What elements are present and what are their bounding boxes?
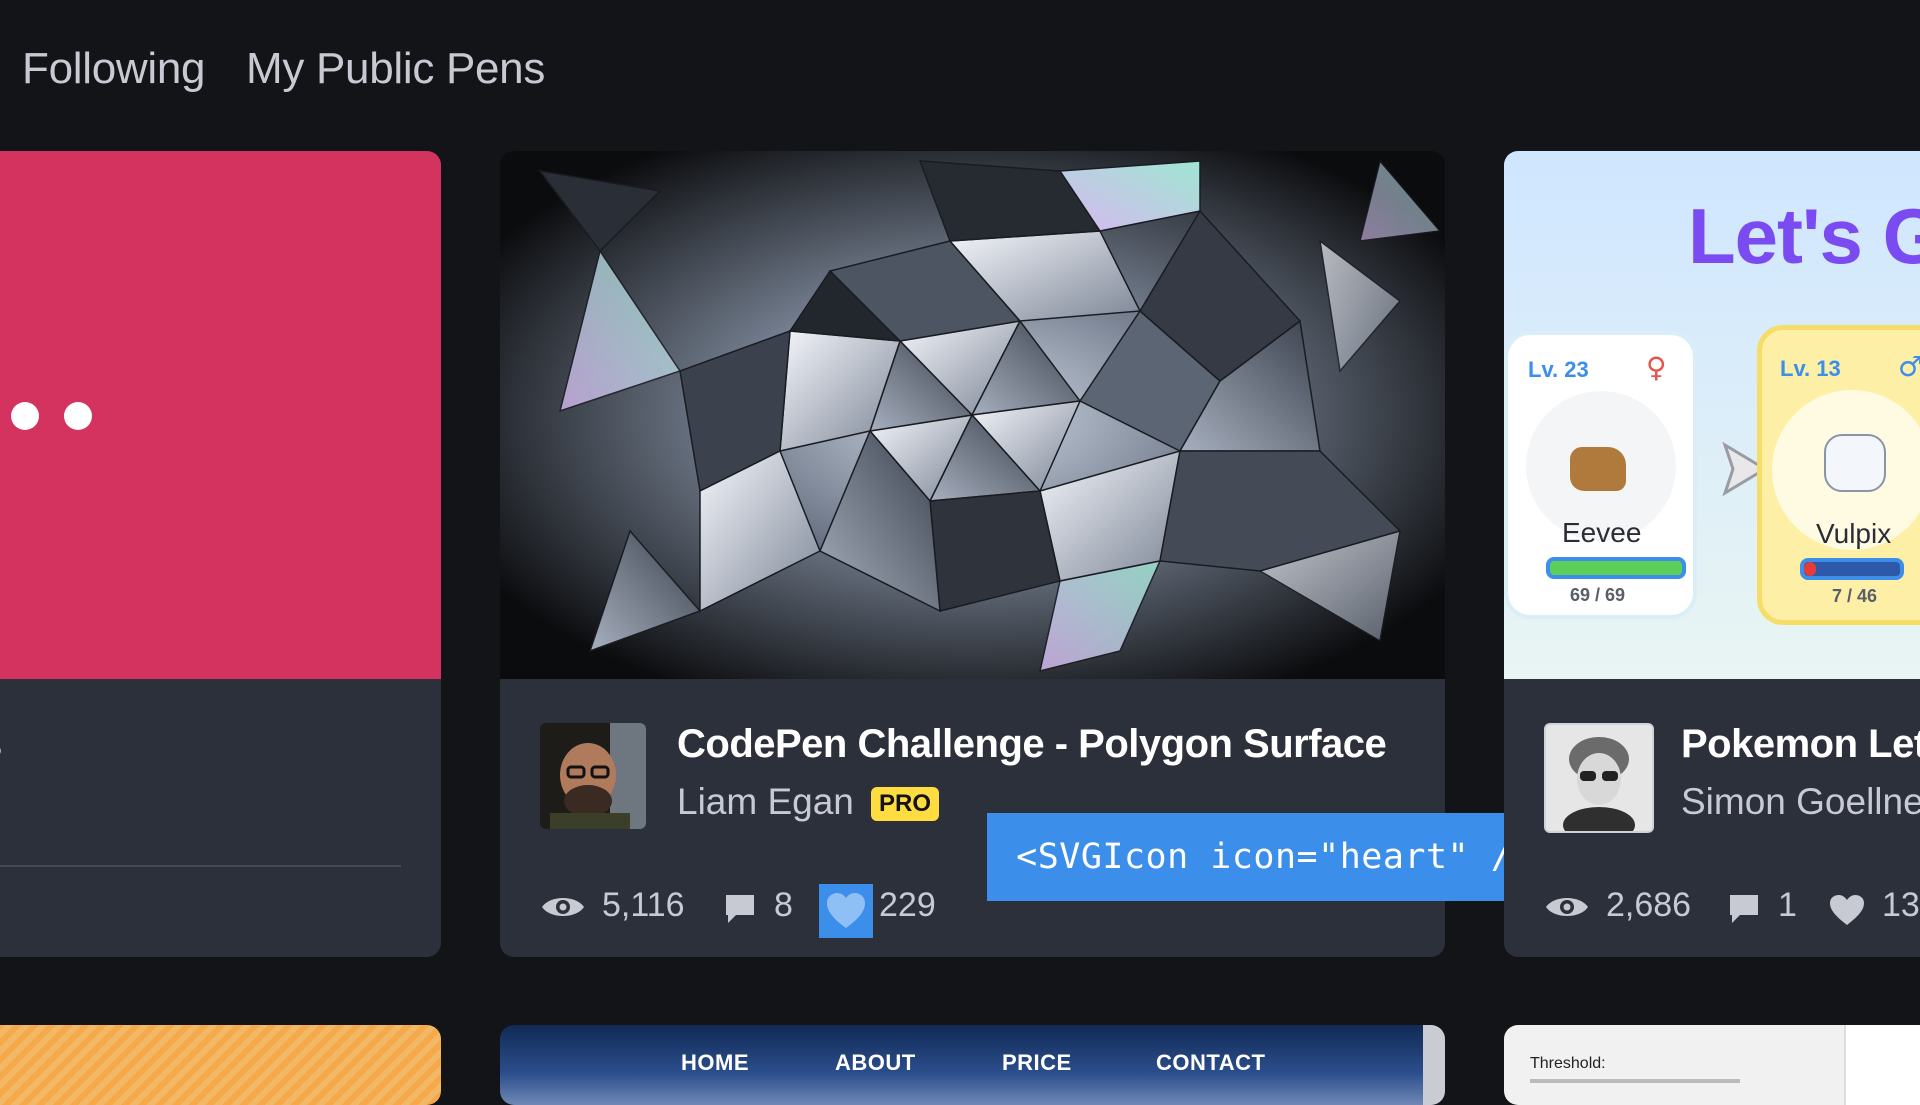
threshold-label: Threshold: [1530,1055,1606,1072]
pokemon-hp: 69 / 69 [1570,585,1626,605]
nav-home[interactable]: HOME [681,1050,749,1076]
divider [0,865,401,867]
eevee-sprite [1570,447,1626,491]
view-count: 5,116 [602,886,685,924]
nav-about[interactable]: ABOUT [835,1050,916,1076]
preview-right-border [1423,1025,1445,1105]
heart-icon[interactable] [819,884,873,938]
like-count: 229 [879,886,936,924]
tab-following[interactable]: Following [22,44,205,94]
male-icon: ♂ [1898,350,1920,383]
preview-heading: Let's G [1688,192,1920,280]
pen-preview-bottom-center[interactable] [500,1025,1445,1105]
pokemon-card-vulpix: Lv. 13 ♂ Vulpix 7 / 46 [1757,325,1920,625]
pokemon-name: Vulpix [1816,518,1892,549]
dot-icon [11,402,39,430]
pokemon-level: Lv. 23 [1528,357,1589,382]
comment-icon[interactable] [1728,893,1760,925]
pen-card-pokemon[interactable]: Let's G Lv. 23 ♀ Eevee 69 / 69 Lv. 13 ♂ … [1504,151,1920,957]
hp-bar [1546,557,1686,579]
svgicon-tooltip: <SVGIcon icon="heart" /> [987,813,1563,901]
nav-contact[interactable]: CONTACT [1156,1050,1265,1076]
pen-title[interactable]: Pokemon Let' [1681,722,1920,767]
pen-author[interactable]: Simon Goellne [1681,781,1920,823]
vulpix-sprite [1824,434,1886,492]
comment-icon[interactable] [724,893,756,925]
heart-highlight[interactable] [819,884,873,938]
avatar-photo [1546,725,1652,831]
like-count: 13 [1882,886,1920,924]
polygon-surface-preview-image [500,151,1445,679]
author-avatar[interactable] [1544,723,1654,833]
nav-price[interactable]: PRICE [1002,1050,1072,1076]
pokemon-hp: 7 / 46 [1832,586,1878,606]
eye-icon [542,898,584,916]
female-icon: ♀ [1646,351,1667,384]
pen-preview-bottom-right[interactable]: Threshold: [1504,1025,1920,1105]
comment-count: 8 [774,886,793,924]
dot-icon [64,402,92,430]
pen-title[interactable]: CodePen Challenge - Polygon Surface [677,722,1387,767]
pen-card-left[interactable]: s [0,151,441,957]
hp-bar-fill [1804,562,1816,576]
pokemon-level: Lv. 13 [1780,356,1841,381]
eye-icon [1546,898,1588,916]
pokemon-name: Eevee [1562,517,1642,548]
avatar-photo [540,723,646,829]
comment-count: 1 [1778,886,1797,924]
pen-preview-polygon-surface[interactable] [500,151,1445,679]
view-count: 2,686 [1606,886,1692,924]
preview-chart-panel [1844,1025,1920,1105]
heart-icon[interactable] [1828,893,1866,927]
pokemon-card-eevee: Lv. 23 ♀ Eevee 69 / 69 [1504,331,1697,619]
pen-preview-left[interactable] [0,151,441,679]
pro-badge[interactable]: PRO [871,787,940,821]
tab-my-public-pens[interactable]: My Public Pens [246,44,545,94]
pen-title-left[interactable]: s [0,722,2,767]
pen-author[interactable]: Liam Egan [677,781,854,823]
pen-preview-pokemon[interactable]: Let's G Lv. 23 ♀ Eevee 69 / 69 Lv. 13 ♂ … [1504,151,1920,679]
pen-preview-bottom-left[interactable] [0,1025,441,1105]
author-avatar[interactable] [540,723,646,829]
